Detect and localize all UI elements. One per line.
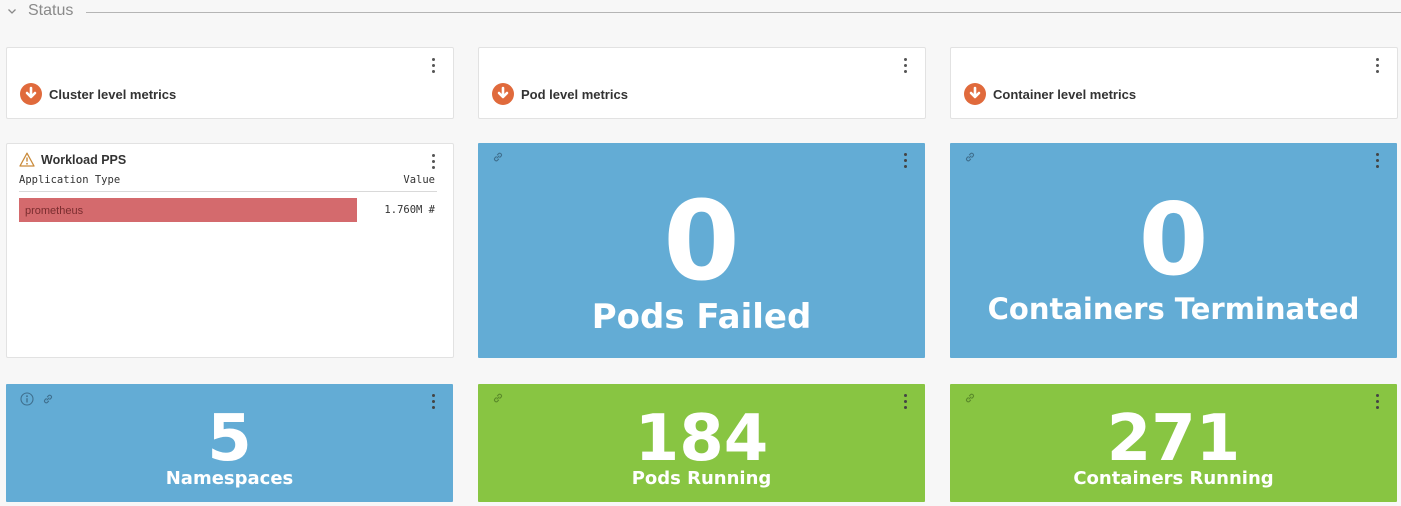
containers-terminated-label: Containers Terminated bbox=[987, 292, 1360, 326]
kebab-menu-icon[interactable] bbox=[899, 151, 911, 169]
link-icon[interactable] bbox=[964, 392, 976, 404]
kebab-menu-icon[interactable] bbox=[899, 56, 911, 74]
arrow-down-circle-icon bbox=[492, 83, 514, 105]
containers-running-label: Containers Running bbox=[1073, 468, 1274, 489]
panel-title[interactable]: Cluster level metrics bbox=[49, 87, 176, 102]
section-title[interactable]: Status bbox=[28, 2, 73, 20]
containers-running-tile[interactable]: 271 Containers Running bbox=[950, 384, 1397, 502]
kebab-menu-icon[interactable] bbox=[1371, 56, 1383, 74]
kebab-menu-icon[interactable] bbox=[427, 152, 439, 170]
containers-terminated-tile[interactable]: 0 Containers Terminated bbox=[950, 143, 1397, 358]
namespaces-value: 5 bbox=[207, 402, 252, 476]
workload-pps-panel: Workload PPS Application Type Value prom… bbox=[6, 143, 454, 358]
column-header-value[interactable]: Value bbox=[403, 174, 435, 186]
arrow-down-circle-icon bbox=[964, 83, 986, 105]
pods-running-label: Pods Running bbox=[631, 468, 772, 489]
cluster-metrics-panel: Cluster level metrics bbox=[6, 47, 454, 119]
pods-running-value: 184 bbox=[634, 402, 769, 476]
containers-running-value: 271 bbox=[1106, 402, 1241, 476]
pod-metrics-panel: Pod level metrics bbox=[478, 47, 926, 119]
link-icon[interactable] bbox=[964, 151, 976, 163]
arrow-down-circle-icon bbox=[20, 83, 42, 105]
table-header: Application Type Value bbox=[19, 174, 437, 192]
panel-title[interactable]: Pod level metrics bbox=[521, 87, 628, 102]
containers-terminated-value: 0 bbox=[1138, 181, 1209, 298]
pods-failed-label: Pods Failed bbox=[591, 297, 812, 337]
panel-title: Workload PPS bbox=[41, 152, 127, 167]
pods-running-tile[interactable]: 184 Pods Running bbox=[478, 384, 925, 502]
table-row: prometheus 1.760M # bbox=[19, 198, 437, 222]
application-type-label: prometheus bbox=[25, 205, 84, 217]
warning-icon bbox=[19, 152, 35, 167]
namespaces-tile[interactable]: 5 Namespaces bbox=[6, 384, 453, 502]
namespaces-label: Namespaces bbox=[165, 468, 294, 489]
value-bar[interactable]: prometheus bbox=[19, 198, 357, 222]
section-divider bbox=[86, 12, 1401, 13]
link-icon[interactable] bbox=[492, 392, 504, 404]
column-header-application-type[interactable]: Application Type bbox=[19, 174, 120, 186]
row-value: 1.760M # bbox=[384, 204, 435, 216]
kebab-menu-icon[interactable] bbox=[1371, 151, 1383, 169]
container-metrics-panel: Container level metrics bbox=[950, 47, 1398, 119]
section-header: Status bbox=[6, 0, 1401, 26]
pods-failed-value: 0 bbox=[663, 177, 740, 305]
link-icon[interactable] bbox=[492, 151, 504, 163]
pods-failed-tile[interactable]: 0 Pods Failed bbox=[478, 143, 925, 358]
kebab-menu-icon[interactable] bbox=[427, 56, 439, 74]
panel-title[interactable]: Container level metrics bbox=[993, 87, 1136, 102]
chevron-down-icon[interactable] bbox=[6, 4, 22, 20]
